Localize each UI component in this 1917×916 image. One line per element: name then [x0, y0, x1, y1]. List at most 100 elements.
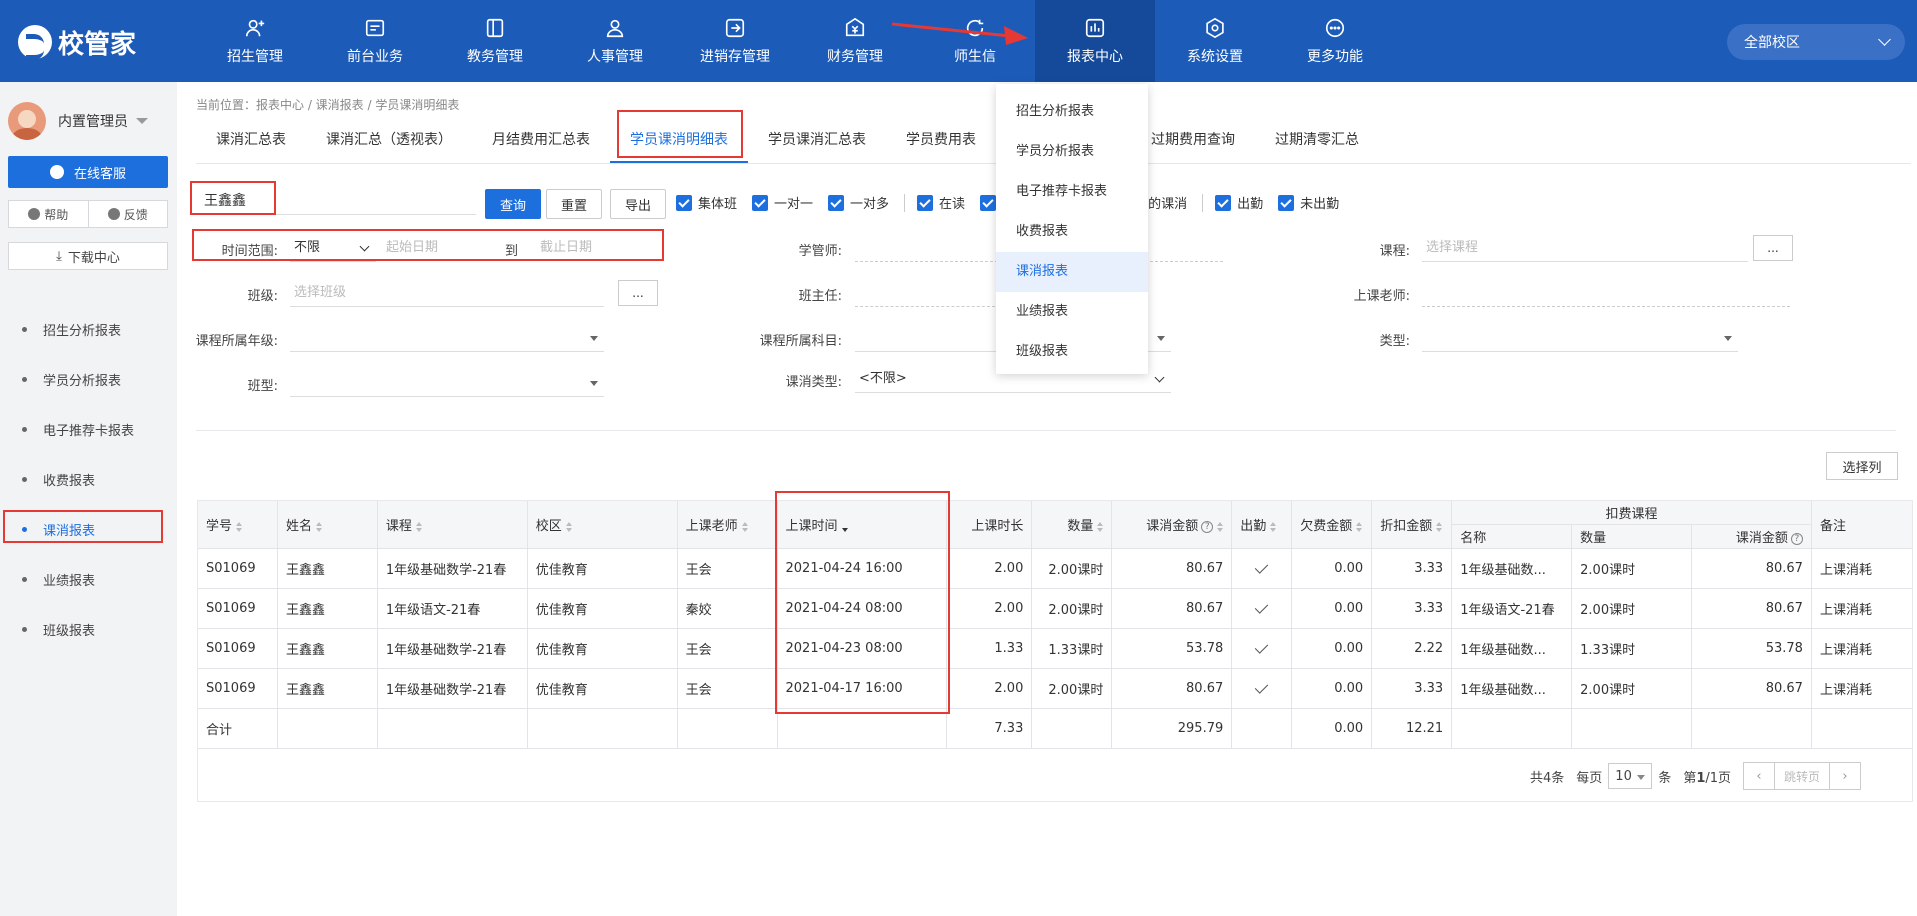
- nav-academic[interactable]: 教务管理: [435, 0, 555, 82]
- campus-selector[interactable]: 全部校区: [1727, 24, 1905, 60]
- header-charged-amount: 课消金额?: [1691, 524, 1812, 549]
- nav-more[interactable]: 更多功能: [1275, 0, 1395, 82]
- header-name[interactable]: 姓名: [276, 500, 378, 549]
- sidebar-item-student-report[interactable]: 学员分析报表: [0, 354, 177, 404]
- feedback-button[interactable]: 反馈: [87, 201, 168, 227]
- teacher-input[interactable]: [1422, 279, 1790, 307]
- help-button[interactable]: 帮助: [9, 201, 88, 227]
- header-course[interactable]: 课程: [376, 500, 528, 549]
- select-columns-button[interactable]: 选择列: [1826, 452, 1898, 480]
- checkbox-attended[interactable]: 出勤: [1215, 193, 1263, 212]
- download-center-button[interactable]: ⤓ 下载中心: [8, 242, 168, 270]
- header-campus[interactable]: 校区: [526, 500, 678, 549]
- header-discount-amount[interactable]: 折扣金额: [1371, 500, 1453, 549]
- reset-button[interactable]: 重置: [546, 189, 602, 219]
- tab-student-consumption-summary[interactable]: 学员课消汇总表: [748, 120, 886, 163]
- class-label: 班级:: [247, 289, 278, 304]
- header-student-id[interactable]: 学号: [197, 500, 278, 549]
- bullet-icon: [22, 526, 27, 532]
- consumption-type-label: 课消类型:: [785, 375, 842, 390]
- nav-hr[interactable]: 人事管理: [555, 0, 675, 82]
- tab-expired-clear-summary[interactable]: 过期清零汇总: [1255, 120, 1379, 163]
- head-teacher-input[interactable]: [855, 279, 995, 307]
- online-service-button[interactable]: 在线客服: [8, 156, 168, 188]
- grade-select[interactable]: [290, 324, 604, 352]
- dropdown-item-enrollment-report[interactable]: 招生分析报表: [996, 92, 1148, 132]
- table-row[interactable]: S01069 王鑫鑫 1年级语文-21春 优佳教育 秦姣 2021-04-24 08:00…: [197, 588, 1914, 629]
- checkbox-one-on-one[interactable]: 一对一: [752, 193, 813, 212]
- tab-student-consumption-detail[interactable]: 学员课消明细表: [610, 120, 748, 163]
- sidebar-item-consumption-report[interactable]: 课消报表: [0, 504, 177, 554]
- sort-icon: [741, 521, 748, 532]
- dropdown-item-fee-report[interactable]: 收费报表: [996, 212, 1148, 252]
- book-icon: [484, 17, 506, 39]
- nav-frontdesk[interactable]: 前台业务: [315, 0, 435, 82]
- next-page-button[interactable]: ›: [1829, 762, 1862, 790]
- time-range-select[interactable]: 不限: [290, 234, 376, 262]
- header-consumption-amount[interactable]: 课消金额?: [1111, 500, 1233, 549]
- caret-down-icon: [136, 118, 148, 124]
- logo[interactable]: 校管家: [18, 24, 136, 60]
- class-type-label: 班型:: [247, 379, 278, 394]
- user-menu[interactable]: 内置管理员: [8, 102, 148, 140]
- jump-page-input[interactable]: 跳转页: [1775, 762, 1830, 790]
- sort-icon: [315, 521, 322, 532]
- check-icon: [1255, 639, 1269, 654]
- tab-expired-fee-query[interactable]: 过期费用查询: [1131, 120, 1255, 163]
- table-row[interactable]: S01069 王鑫鑫 1年级基础数学-21春 优佳教育 王会 2021-04-17 16:…: [197, 668, 1914, 709]
- header-attendance[interactable]: 出勤: [1231, 500, 1293, 549]
- tab-student-fee[interactable]: 学员费用表: [886, 120, 996, 163]
- sidebar-item-performance-report[interactable]: 业绩报表: [0, 554, 177, 604]
- dropdown-item-class-report[interactable]: 班级报表: [996, 332, 1148, 372]
- course-input[interactable]: 选择课程: [1422, 234, 1748, 262]
- table-row[interactable]: S01069 王鑫鑫 1年级基础数学-21春 优佳教育 王会 2021-04-23 08:…: [197, 628, 1914, 669]
- header-charged-course: 扣费课程: [1451, 500, 1812, 525]
- class-picker-button[interactable]: ...: [618, 280, 658, 306]
- query-button[interactable]: 查询: [485, 189, 541, 219]
- chat-icon: [49, 165, 64, 179]
- sidebar-item-card-report[interactable]: 电子推荐卡报表: [0, 404, 177, 454]
- nav-reports[interactable]: 报表中心: [1035, 0, 1155, 82]
- student-search-input[interactable]: 王鑫鑫: [196, 187, 476, 215]
- nav-settings[interactable]: 系统设置: [1155, 0, 1275, 82]
- bullet-icon: [22, 476, 27, 482]
- header-class-time[interactable]: 上课时间: [776, 500, 948, 549]
- head-teacher-label: 班主任:: [798, 289, 842, 304]
- checkbox-enrolled[interactable]: 在读: [917, 193, 965, 212]
- main-nav: 招生管理 前台业务 教务管理 人事管理 进销存管理 财务管理 师生信 报表中心: [195, 0, 1395, 82]
- sort-icon: [1097, 521, 1104, 532]
- type-select[interactable]: [1422, 324, 1738, 352]
- attendance-cell: [1231, 588, 1293, 629]
- header-teacher[interactable]: 上课老师: [676, 500, 778, 549]
- checkbox-group-class[interactable]: 集体班: [676, 193, 737, 212]
- tab-consumption-pivot[interactable]: 课消汇总（透视表）: [306, 120, 472, 163]
- more-icon: [1324, 17, 1346, 39]
- class-input[interactable]: 选择班级: [290, 279, 604, 307]
- dropdown-item-consumption-report[interactable]: 课消报表: [996, 252, 1148, 292]
- prev-page-button[interactable]: ‹: [1743, 762, 1776, 790]
- header-quantity[interactable]: 数量: [1031, 500, 1113, 549]
- dropdown-item-performance-report[interactable]: 业绩报表: [996, 292, 1148, 332]
- export-button[interactable]: 导出: [610, 189, 666, 219]
- time-range-label: 时间范围:: [221, 244, 278, 259]
- tab-monthly-summary[interactable]: 月结费用汇总表: [472, 120, 610, 163]
- dropdown-item-card-report[interactable]: 电子推荐卡报表: [996, 172, 1148, 212]
- sidebar-item-class-report[interactable]: 班级报表: [0, 604, 177, 654]
- class-type-select[interactable]: [290, 369, 604, 397]
- nav-enrollment[interactable]: 招生管理: [195, 0, 315, 82]
- header-owed-amount[interactable]: 欠费金额: [1291, 500, 1373, 549]
- nav-inventory[interactable]: 进销存管理: [675, 0, 795, 82]
- tab-consumption-summary[interactable]: 课消汇总表: [196, 120, 306, 163]
- sidebar-item-fee-report[interactable]: 收费报表: [0, 454, 177, 504]
- sidebar-item-enrollment-report[interactable]: 招生分析报表: [0, 304, 177, 354]
- course-picker-button[interactable]: ...: [1753, 235, 1793, 261]
- table-row[interactable]: S01069 王鑫鑫 1年级基础数学-21春 优佳教育 王会 2021-04-24 16:…: [197, 548, 1914, 589]
- checkbox-one-to-many[interactable]: 一对多: [828, 193, 889, 212]
- end-date-input[interactable]: 截止日期: [536, 234, 646, 262]
- page-size-select[interactable]: 10: [1608, 763, 1653, 789]
- start-date-input[interactable]: 起始日期: [382, 234, 482, 262]
- checkbox-absent[interactable]: 未出勤: [1278, 193, 1339, 212]
- header-duration[interactable]: 上课时长: [946, 500, 1033, 549]
- attendance-cell: [1231, 548, 1293, 589]
- dropdown-item-student-report[interactable]: 学员分析报表: [996, 132, 1148, 172]
